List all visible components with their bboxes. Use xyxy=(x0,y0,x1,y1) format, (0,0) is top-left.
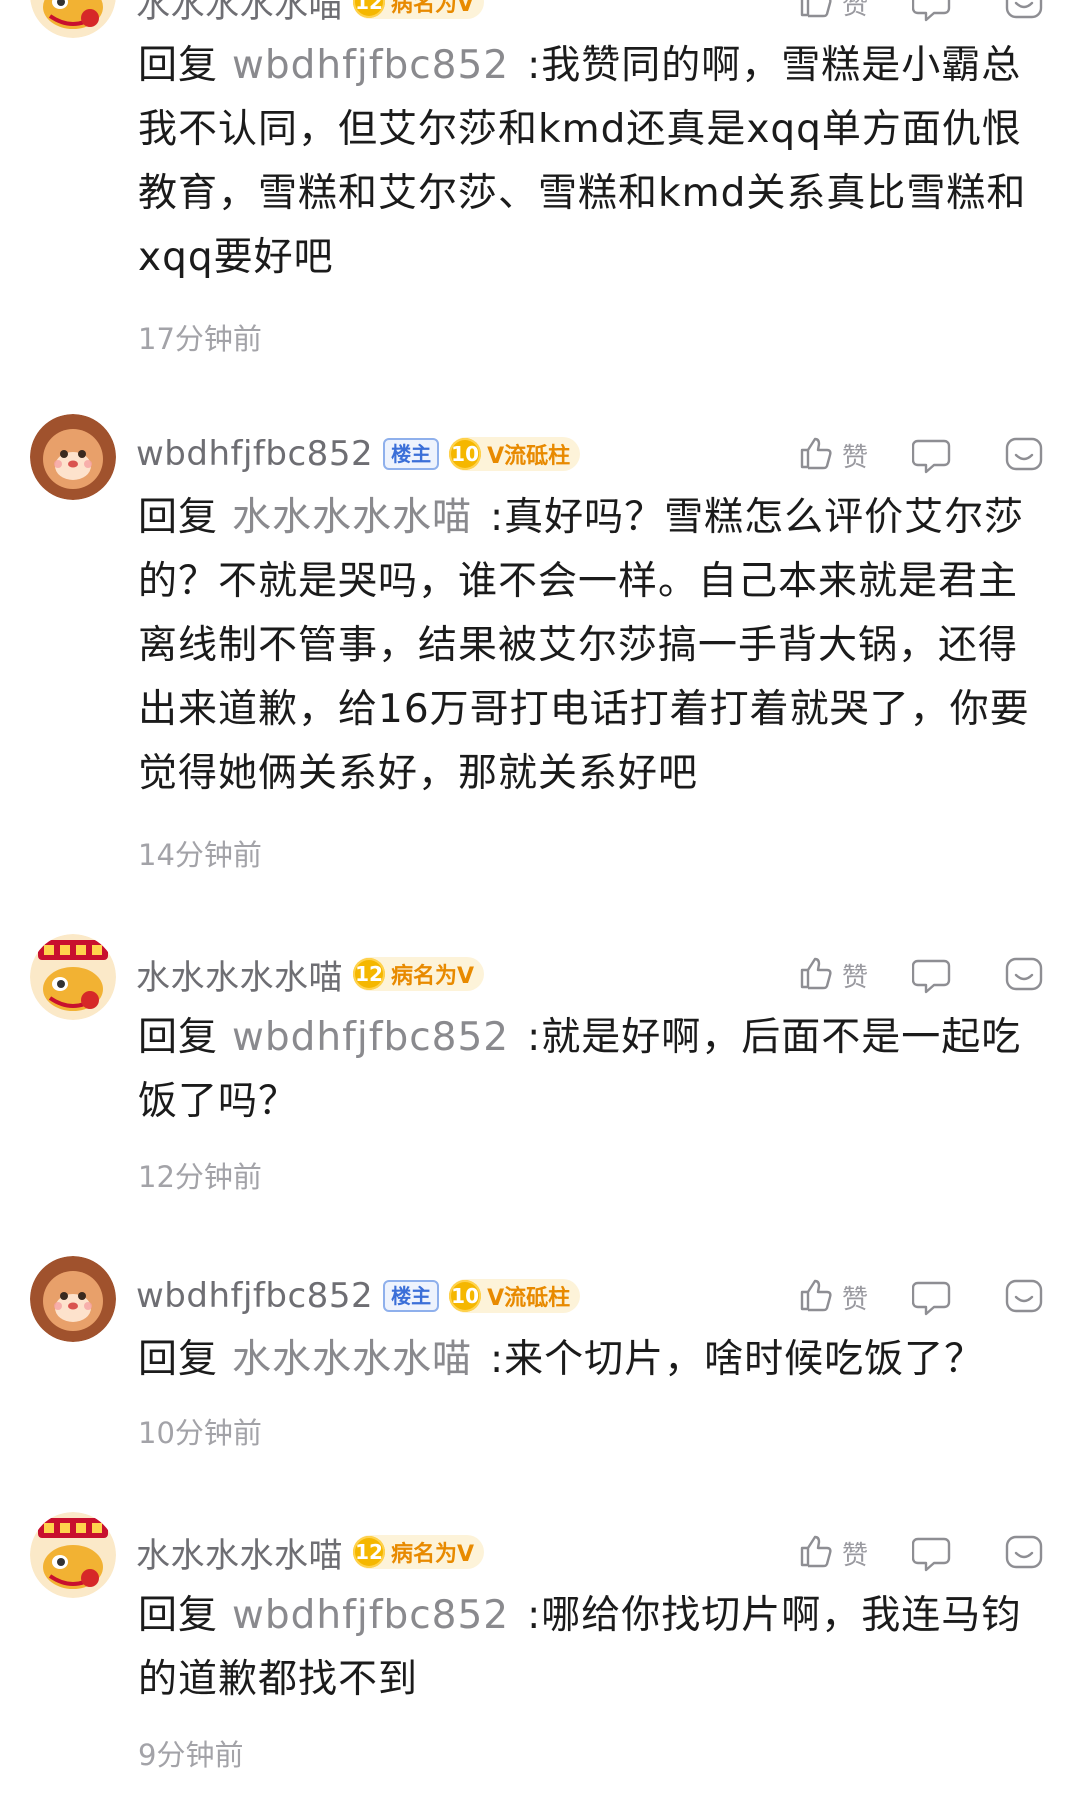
like-button[interactable]: 赞 xyxy=(796,1533,868,1573)
reply-target-user[interactable]: wbdhfjfbc852 xyxy=(232,43,509,88)
username[interactable]: wbdhfjfbc852 xyxy=(136,1276,373,1316)
avatar[interactable] xyxy=(30,934,116,1020)
level-number: 10 xyxy=(449,438,482,470)
comment-time: 10分钟前 xyxy=(138,1416,262,1450)
username[interactable]: 水水水水水喵 xyxy=(136,950,343,999)
comment-text: 回复 wbdhfjfbc852:就是好啊，后面不是一起吃饭了吗？ xyxy=(138,1006,1050,1134)
emoji-icon[interactable] xyxy=(1004,0,1044,23)
level-name: 病名为V xyxy=(391,964,475,989)
like-label: 赞 xyxy=(841,962,868,993)
comment-text: 回复 wbdhfjfbc852:哪给你找切片啊，我连马钧的道歉都找不到 xyxy=(138,1584,1050,1712)
reply-bubble-icon[interactable] xyxy=(912,955,952,995)
reply-target-user[interactable]: wbdhfjfbc852 xyxy=(232,1015,509,1060)
level-name: 病名为V xyxy=(391,1542,475,1567)
comment-text: 回复 wbdhfjfbc852:我赞同的啊，雪糕是小霸总我不认同，但艾尔莎和kmd… xyxy=(138,34,1050,290)
comment-time: 14分钟前 xyxy=(138,838,262,872)
like-button[interactable]: 赞 xyxy=(796,435,868,475)
emoji-icon[interactable] xyxy=(1004,1533,1044,1573)
level-number: 10 xyxy=(449,1280,482,1312)
thumbs-up-icon xyxy=(796,955,836,995)
comment-time: 9分钟前 xyxy=(138,1738,244,1772)
owner-tag: 楼主 xyxy=(383,438,440,470)
comment-content: :来个切片，啥时候吃饭了？ xyxy=(490,1337,985,1382)
reply-prefix: 回复 xyxy=(138,495,219,540)
level-badge: 12 病名为V xyxy=(353,0,485,19)
level-badge: 10 V流砥柱 xyxy=(449,1279,581,1313)
avatar[interactable] xyxy=(30,414,116,500)
like-button[interactable]: 赞 xyxy=(796,0,868,23)
comment-content: :真好吗？雪糕怎么评价艾尔莎的？不就是哭吗，谁不会一样。自己本来就是君主离线制不… xyxy=(138,495,1030,796)
emoji-icon[interactable] xyxy=(1004,1277,1044,1317)
reply-bubble-icon[interactable] xyxy=(912,0,952,23)
like-label: 赞 xyxy=(841,0,868,21)
reply-bubble-icon[interactable] xyxy=(912,1277,952,1317)
comment-text: 回复 水水水水水喵 :来个切片，啥时候吃饭了？ xyxy=(138,1328,1050,1392)
emoji-icon[interactable] xyxy=(1004,435,1044,475)
thumbs-up-icon xyxy=(796,1277,836,1317)
avatar[interactable] xyxy=(30,1512,116,1598)
reply-prefix: 回复 xyxy=(138,1593,219,1638)
level-badge: 12 病名为V xyxy=(353,1535,485,1569)
thumbs-up-icon xyxy=(796,1533,836,1573)
thumbs-up-icon xyxy=(796,435,836,475)
level-badge: 12 病名为V xyxy=(353,957,485,991)
like-label: 赞 xyxy=(841,1284,868,1315)
level-number: 12 xyxy=(353,1536,385,1568)
reply-target-user[interactable]: wbdhfjfbc852 xyxy=(232,1593,509,1638)
reply-bubble-icon[interactable] xyxy=(912,435,952,475)
username[interactable]: 水水水水水喵 xyxy=(136,0,343,27)
level-name: V流砥柱 xyxy=(487,1286,571,1311)
thumbs-up-icon xyxy=(796,0,836,23)
like-label: 赞 xyxy=(841,1540,868,1571)
comment-text: 回复 水水水水水喵:真好吗？雪糕怎么评价艾尔莎的？不就是哭吗，谁不会一样。自己本来… xyxy=(138,486,1050,806)
reply-target-user[interactable]: 水水水水水喵 xyxy=(232,1337,472,1382)
reply-target-user[interactable]: 水水水水水喵 xyxy=(232,495,472,540)
emoji-icon[interactable] xyxy=(1004,955,1044,995)
level-name: V流砥柱 xyxy=(487,444,571,469)
owner-tag: 楼主 xyxy=(383,1280,440,1312)
comment-time: 17分钟前 xyxy=(138,322,262,356)
comment-time: 12分钟前 xyxy=(138,1160,262,1194)
avatar[interactable] xyxy=(30,0,116,38)
like-button[interactable]: 赞 xyxy=(796,955,868,995)
like-label: 赞 xyxy=(841,442,868,473)
reply-bubble-icon[interactable] xyxy=(912,1533,952,1573)
level-badge: 10 V流砥柱 xyxy=(449,437,581,471)
reply-prefix: 回复 xyxy=(138,1015,219,1060)
like-button[interactable]: 赞 xyxy=(796,1277,868,1317)
level-number: 12 xyxy=(353,958,385,990)
username[interactable]: 水水水水水喵 xyxy=(136,1528,343,1577)
reply-prefix: 回复 xyxy=(138,43,219,88)
username[interactable]: wbdhfjfbc852 xyxy=(136,434,373,474)
level-number: 12 xyxy=(353,0,385,18)
reply-prefix: 回复 xyxy=(138,1337,219,1382)
level-name: 病名为V xyxy=(391,0,475,17)
avatar[interactable] xyxy=(30,1256,116,1342)
